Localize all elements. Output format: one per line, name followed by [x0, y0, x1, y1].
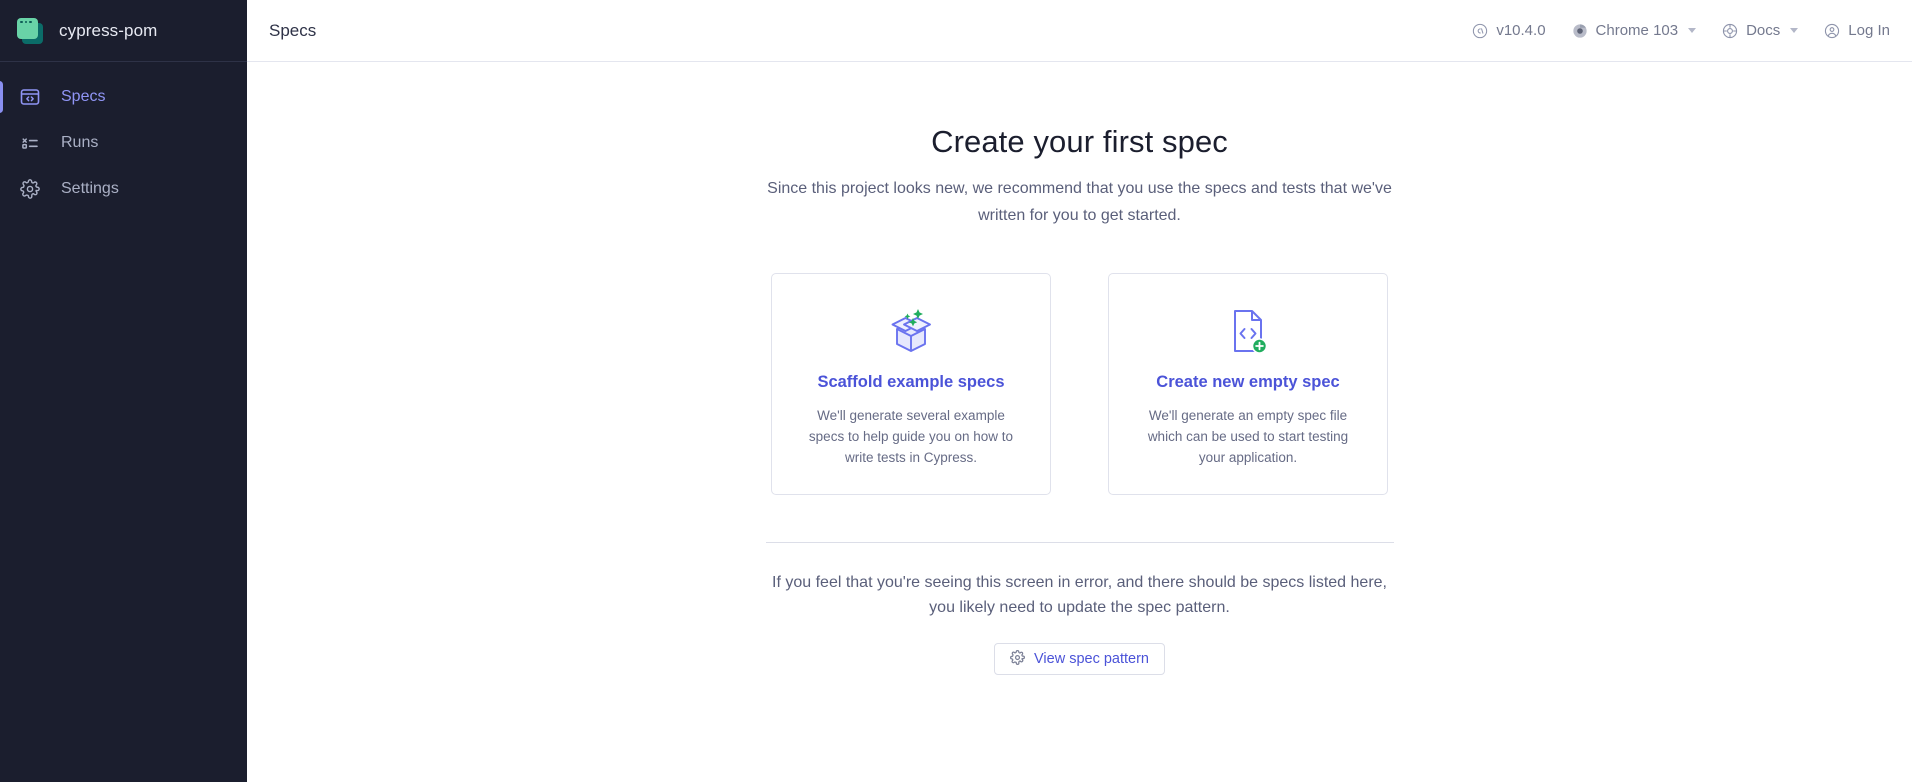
cypress-project-logo-icon — [17, 18, 43, 44]
browser-selector[interactable]: Chrome 103 — [1572, 22, 1697, 39]
sidebar: cypress-pom Specs — [0, 0, 247, 782]
topbar: Specs v10.4.0 — [247, 0, 1912, 62]
chrome-icon — [1572, 23, 1588, 39]
browser-label: Chrome 103 — [1596, 22, 1679, 39]
action-cards: Scaffold example specs We'll generate se… — [758, 273, 1402, 495]
sidebar-item-label: Specs — [61, 88, 105, 106]
new-spec-file-icon — [1224, 302, 1272, 360]
card-description: We'll generate several example specs to … — [804, 405, 1019, 468]
app-root: cypress-pom Specs — [0, 0, 1912, 782]
login-label: Log In — [1848, 22, 1890, 39]
sidebar-nav: Specs Runs — [0, 62, 247, 212]
content-area: Create your first spec Since this projec… — [247, 62, 1912, 782]
project-header[interactable]: cypress-pom — [0, 0, 247, 62]
spec-pattern-note: If you feel that you're seeing this scre… — [758, 570, 1402, 620]
card-title: Scaffold example specs — [817, 373, 1004, 392]
project-name: cypress-pom — [59, 21, 157, 41]
main-heading: Create your first spec — [758, 124, 1402, 160]
specs-browser-icon — [17, 84, 43, 110]
gear-icon — [1010, 650, 1025, 669]
main-subheading: Since this project looks new, we recomme… — [758, 175, 1402, 229]
gear-icon — [17, 176, 43, 202]
sidebar-item-specs[interactable]: Specs — [0, 74, 247, 120]
docs-globe-icon — [1722, 23, 1738, 39]
chevron-down-icon — [1688, 28, 1696, 33]
scaffold-example-specs-card[interactable]: Scaffold example specs We'll generate se… — [771, 273, 1051, 495]
version-indicator[interactable]: v10.4.0 — [1472, 22, 1545, 39]
section-divider — [766, 542, 1394, 543]
sidebar-item-label: Runs — [61, 134, 98, 152]
card-description: We'll generate an empty spec file which … — [1141, 405, 1356, 468]
login-button[interactable]: Log In — [1824, 22, 1890, 39]
sidebar-item-runs[interactable]: Runs — [0, 120, 247, 166]
cypress-logo-icon — [1472, 23, 1488, 39]
version-label: v10.4.0 — [1496, 22, 1545, 39]
view-spec-pattern-label: View spec pattern — [1034, 651, 1149, 667]
chevron-down-icon — [1790, 28, 1798, 33]
runs-list-icon — [17, 130, 43, 156]
docs-label: Docs — [1746, 22, 1780, 39]
create-new-empty-spec-card[interactable]: Create new empty spec We'll generate an … — [1108, 273, 1388, 495]
docs-menu[interactable]: Docs — [1722, 22, 1798, 39]
main-area: Specs v10.4.0 — [247, 0, 1912, 782]
sidebar-item-settings[interactable]: Settings — [0, 166, 247, 212]
sidebar-item-label: Settings — [61, 180, 119, 198]
page-title: Specs — [269, 21, 316, 41]
topbar-actions: v10.4.0 Chrome 103 — [1472, 22, 1890, 39]
user-circle-icon — [1824, 23, 1840, 39]
view-spec-pattern-button[interactable]: View spec pattern — [994, 643, 1165, 675]
card-title: Create new empty spec — [1156, 373, 1339, 392]
open-box-sparkles-icon — [883, 302, 939, 360]
